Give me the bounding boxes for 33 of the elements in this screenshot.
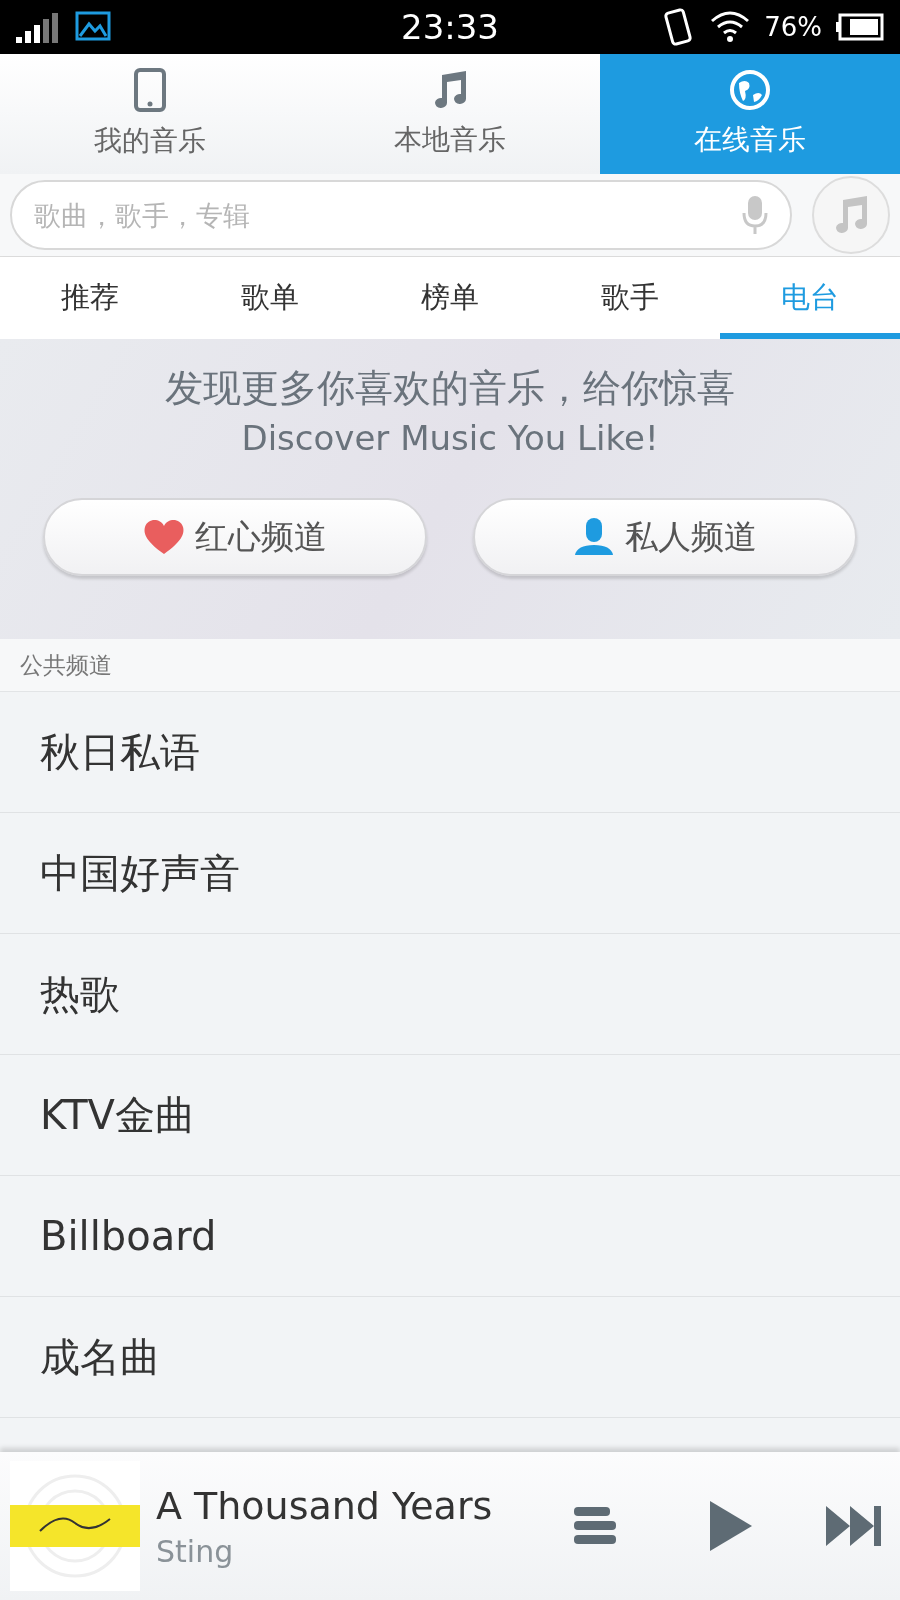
category-tab[interactable]: 榜单 — [360, 257, 540, 339]
image-icon — [74, 10, 112, 44]
channel-item[interactable]: Billboard — [0, 1176, 900, 1297]
channel-item[interactable]: 成名曲 — [0, 1297, 900, 1418]
skip-forward-icon — [826, 1506, 882, 1546]
signal-icon — [16, 11, 60, 43]
channel-item[interactable]: 秋日私语 — [0, 692, 900, 813]
clock-time: 23:33 — [401, 7, 499, 47]
channel-item[interactable]: KTV金曲 — [0, 1055, 900, 1176]
nav-tab[interactable]: 本地音乐 — [300, 54, 600, 174]
person-icon — [573, 517, 615, 557]
search-field[interactable]: 歌曲，歌手，专辑 — [10, 180, 792, 250]
channel-button[interactable]: 红心频道 — [43, 498, 427, 576]
channel-item[interactable]: 中国好声音 — [0, 813, 900, 934]
channel-button[interactable]: 私人频道 — [473, 498, 857, 576]
phone-icon — [134, 68, 166, 112]
channel-item[interactable]: 热歌 — [0, 934, 900, 1055]
artist-name: Sting — [156, 1533, 235, 1569]
banner-title: 发现更多你喜欢的音乐，给你惊喜 — [165, 365, 735, 412]
menu-icon — [574, 1507, 616, 1545]
category-tab[interactable]: 歌手 — [540, 257, 720, 339]
battery-icon — [836, 13, 884, 41]
heart-icon — [143, 518, 185, 556]
section-header: 公共频道 — [0, 639, 900, 692]
play-icon — [708, 1499, 754, 1553]
category-tab[interactable]: 推荐 — [0, 257, 180, 339]
banner-subtitle: Discover Music You Like! — [241, 418, 659, 458]
globe-icon — [729, 69, 771, 111]
category-tab[interactable]: 歌单 — [180, 257, 360, 339]
song-title: A Thousand Years — [156, 1483, 494, 1528]
battery-percent: 76% — [764, 12, 822, 42]
wifi-icon — [710, 9, 751, 45]
nav-tab[interactable]: 我的音乐 — [0, 54, 300, 174]
